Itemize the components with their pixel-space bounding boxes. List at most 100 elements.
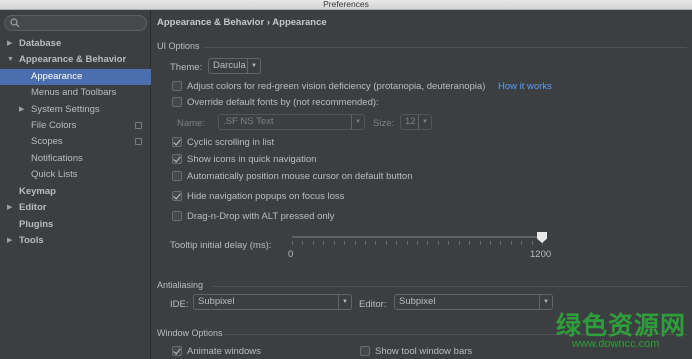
section-title-ui-options: UI Options <box>157 41 200 51</box>
how-it-works-link[interactable]: How it works <box>498 81 552 92</box>
expand-arrow-icon[interactable]: ▶ <box>7 233 15 249</box>
chevron-down-icon: ▼ <box>418 115 431 129</box>
expand-arrow-icon[interactable]: ▶ <box>7 200 15 216</box>
search-icon <box>10 18 20 28</box>
slider-tick <box>386 241 387 245</box>
show-icons-nav-label: Show icons in quick navigation <box>187 154 317 165</box>
breadcrumb-separator-icon: › <box>266 17 270 28</box>
slider-track[interactable] <box>292 236 542 238</box>
slider-tick <box>417 241 418 245</box>
ide-antialiasing-value: Subpixel <box>198 296 235 307</box>
slider-tick <box>480 241 481 245</box>
auto-position-cursor-checkbox[interactable] <box>172 171 182 181</box>
expand-arrow-icon[interactable]: ▶ <box>19 102 27 118</box>
adjust-colors-label: Adjust colors for red-green vision defic… <box>187 81 486 92</box>
sidebar-item-label: Quick Lists <box>31 169 78 180</box>
window-titlebar: Preferences <box>0 0 692 10</box>
sidebar-item-label: Database <box>19 38 62 49</box>
sidebar-item-scopes[interactable]: Scopes <box>0 134 151 150</box>
section-divider <box>212 286 687 287</box>
sidebar-item-keymap[interactable]: Keymap <box>0 184 151 200</box>
font-size-label: Size: <box>373 118 395 129</box>
section-title-window-options: Window Options <box>157 328 223 338</box>
hide-nav-popups-checkbox[interactable] <box>172 191 182 201</box>
project-config-icon <box>135 122 142 129</box>
sidebar-item-appearance[interactable]: Appearance <box>0 69 151 85</box>
cyclic-scrolling-checkbox[interactable] <box>172 137 182 147</box>
slider-tick <box>448 241 449 245</box>
sidebar-item-label: Tools <box>19 235 44 246</box>
sidebar-item-label: Keymap <box>19 186 56 197</box>
slider-tick <box>521 241 522 245</box>
slider-tick <box>302 241 303 245</box>
sidebar-item-database[interactable]: ▶ Database <box>0 36 151 52</box>
section-divider <box>203 47 687 48</box>
animate-windows-checkbox[interactable] <box>172 346 182 356</box>
sidebar-item-label: Appearance <box>31 71 83 82</box>
sidebar-item-label: Scopes <box>31 136 63 147</box>
editor-antialiasing-label: Editor: <box>359 299 387 310</box>
window-title: Preferences <box>323 0 369 9</box>
chevron-down-icon: ▼ <box>338 295 351 309</box>
slider-tick <box>532 241 533 245</box>
show-tool-window-bars-checkbox[interactable] <box>360 346 370 356</box>
tooltip-max-label: 1200 <box>530 249 552 260</box>
theme-select[interactable]: Darcula ▼ <box>208 58 261 74</box>
font-name-select[interactable]: .SF NS Text ▼ <box>218 114 365 130</box>
sidebar-item-label: Editor <box>19 202 47 213</box>
font-size-value: 12 <box>405 116 416 127</box>
sidebar-item-label: Menus and Toolbars <box>31 87 117 98</box>
font-name-value: .SF NS Text <box>223 116 274 127</box>
slider-tick <box>459 241 460 245</box>
ide-antialiasing-select[interactable]: Subpixel ▼ <box>193 294 352 310</box>
font-name-label: Name: <box>177 118 205 129</box>
tooltip-delay-label: Tooltip initial delay (ms): <box>170 240 272 251</box>
slider-tick <box>396 241 397 245</box>
slider-tick <box>438 241 439 245</box>
chevron-down-icon: ▼ <box>539 295 552 309</box>
show-icons-nav-checkbox[interactable] <box>172 154 182 164</box>
slider-tick <box>292 241 293 245</box>
font-size-select[interactable]: 12 ▼ <box>400 114 432 130</box>
settings-sidebar: ▶ Database ▼ Appearance & Behavior Appea… <box>0 10 151 359</box>
expand-arrow-icon[interactable]: ▶ <box>7 36 15 52</box>
override-fonts-checkbox[interactable] <box>172 97 182 107</box>
override-fonts-label: Override default fonts by (not recommend… <box>187 97 379 108</box>
auto-position-cursor-label: Automatically position mouse cursor on d… <box>187 171 413 182</box>
sidebar-item-quick-lists[interactable]: Quick Lists <box>0 167 151 183</box>
editor-antialiasing-value: Subpixel <box>399 296 436 307</box>
slider-tick <box>511 241 512 245</box>
sidebar-item-label: Appearance & Behavior <box>19 54 127 65</box>
sidebar-item-tools[interactable]: ▶ Tools <box>0 233 151 249</box>
breadcrumb-parent[interactable]: Appearance & Behavior <box>157 17 264 28</box>
adjust-colors-checkbox[interactable] <box>172 81 182 91</box>
sidebar-item-label: File Colors <box>31 120 77 131</box>
slider-tick <box>344 241 345 245</box>
editor-antialiasing-select[interactable]: Subpixel ▼ <box>394 294 553 310</box>
sidebar-item-label: System Settings <box>31 104 100 115</box>
ide-antialiasing-label: IDE: <box>170 299 189 310</box>
slider-tick <box>313 241 314 245</box>
slider-tick <box>334 241 335 245</box>
sidebar-item-menus-toolbars[interactable]: Menus and Toolbars <box>0 85 151 101</box>
slider-tick <box>427 241 428 245</box>
sidebar-item-label: Notifications <box>31 153 83 164</box>
collapse-arrow-icon[interactable]: ▼ <box>7 52 15 68</box>
slider-tick <box>365 241 366 245</box>
search-input[interactable] <box>4 15 147 31</box>
section-divider <box>224 334 687 335</box>
slider-tick <box>469 241 470 245</box>
sidebar-item-plugins[interactable]: Plugins <box>0 217 151 233</box>
slider-thumb[interactable] <box>537 232 547 243</box>
breadcrumb: Appearance & Behavior › Appearance <box>157 17 327 28</box>
sidebar-item-editor[interactable]: ▶ Editor <box>0 200 151 216</box>
slider-tick <box>375 241 376 245</box>
cyclic-scrolling-label: Cyclic scrolling in list <box>187 137 275 148</box>
sidebar-item-system-settings[interactable]: ▶ System Settings <box>0 102 151 118</box>
sidebar-item-file-colors[interactable]: File Colors <box>0 118 151 134</box>
slider-tick <box>490 241 491 245</box>
drag-n-drop-alt-checkbox[interactable] <box>172 211 182 221</box>
sidebar-item-appearance-behavior[interactable]: ▼ Appearance & Behavior <box>0 52 151 68</box>
sidebar-item-label: Plugins <box>19 219 54 230</box>
sidebar-item-notifications[interactable]: Notifications <box>0 151 151 167</box>
